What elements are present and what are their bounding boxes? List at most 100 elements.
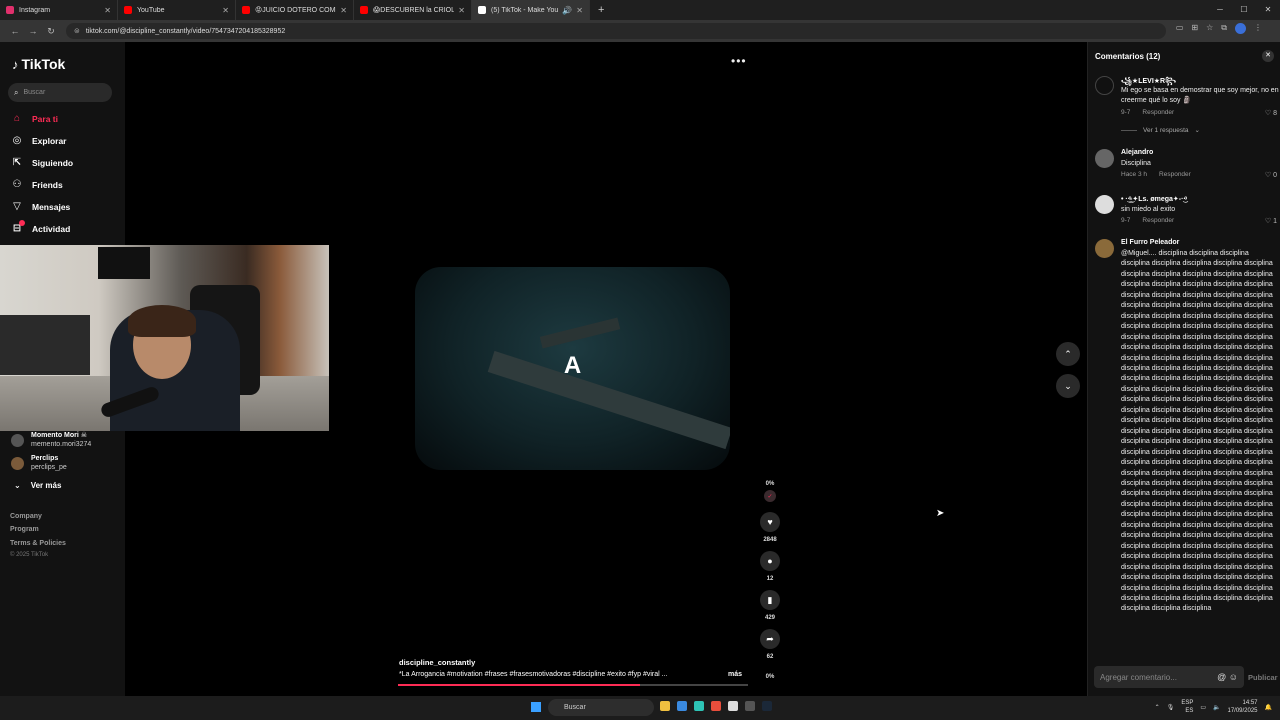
following-account-momento-mori[interactable]: Momento Mori ☠ memento.mori3274 — [11, 432, 91, 449]
tab-youtube-juicio[interactable]: 😡JUICIO DOTERO COMPLETO ✕ — [236, 0, 354, 20]
url-field[interactable]: ⊜ tiktok.com/@discipline_constantly/vide… — [66, 23, 1166, 39]
follow-check-icon[interactable]: ✓ — [764, 490, 776, 502]
site-info-icon[interactable]: ⊜ — [74, 27, 80, 35]
close-window-icon[interactable]: ✕ — [1256, 0, 1280, 20]
mention-icon[interactable]: @ — [1217, 672, 1226, 682]
close-tab-icon[interactable]: ✕ — [458, 6, 465, 15]
comment-item: El Furro Peleador @Miguel.... disciplina… — [1095, 239, 1279, 659]
forward-icon[interactable]: → — [24, 26, 42, 36]
comment-user[interactable]: • ·͜·ͦ͜-✦Ls. ømega✦-·͜·ͦ — [1121, 195, 1186, 203]
save-button[interactable]: ▮ — [760, 590, 780, 610]
tab-title: 😱DESCUBREN la CRIOLLADA — [373, 7, 455, 14]
reply-button[interactable]: Responder — [1142, 109, 1174, 116]
profile-avatar[interactable] — [1235, 23, 1246, 34]
sidebar-item-explorar[interactable]: ◎ Explorar — [11, 135, 67, 146]
video-author[interactable]: discipline_constantly — [399, 658, 475, 667]
windows-start-icon[interactable] — [531, 702, 541, 712]
bookmark-star-icon[interactable]: ☆ — [1206, 23, 1213, 34]
reload-icon[interactable]: ↻ — [42, 26, 60, 37]
bookmark-icon: ▮ — [767, 594, 773, 605]
app-icon[interactable] — [694, 701, 704, 711]
comment-user[interactable]: El Furro Peleador — [1121, 239, 1179, 246]
comment-input[interactable]: Agregar comentario... @ ☺ — [1094, 666, 1244, 688]
webcam-scene-tv — [98, 247, 150, 279]
close-icon[interactable]: ✕ — [1262, 50, 1274, 62]
avatar[interactable] — [1095, 195, 1114, 214]
comment-like-button[interactable]: ♡ 8 — [1265, 109, 1277, 117]
taskbar-search[interactable]: Buscar — [548, 699, 654, 716]
webcam-overlay — [0, 245, 329, 431]
reply-button[interactable]: Responder — [1159, 171, 1191, 178]
clock[interactable]: 14:57 17/09/2025 — [1227, 699, 1257, 715]
tab-youtube[interactable]: YouTube ✕ — [118, 0, 236, 20]
tiktok-logo[interactable]: ♪ TikTok — [12, 56, 65, 72]
comment-like-button[interactable]: ♡ 0 — [1265, 171, 1277, 179]
volume-icon[interactable]: 🔈 — [1213, 704, 1220, 711]
minimize-icon[interactable]: ─ — [1208, 0, 1232, 20]
close-tab-icon[interactable]: ✕ — [340, 6, 347, 15]
comment-like-button[interactable]: ♡ 1 — [1265, 217, 1277, 225]
publish-button[interactable]: Publicar — [1248, 673, 1278, 682]
tab-tiktok[interactable]: (5) TikTok - Make Your Day 🔊 ✕ — [472, 0, 590, 20]
close-tab-icon[interactable]: ✕ — [222, 6, 229, 15]
share-button[interactable]: ➦ — [760, 629, 780, 649]
avatar[interactable] — [1095, 239, 1114, 258]
copyright: © 2025 TikTok — [10, 552, 49, 558]
comment-user[interactable]: Alejandro — [1121, 149, 1153, 156]
account-name: Perclips — [31, 455, 59, 462]
close-tab-icon[interactable]: ✕ — [104, 6, 111, 15]
edge-icon[interactable] — [677, 701, 687, 711]
comment-text: sin miedo al exito — [1121, 206, 1176, 213]
notifications-icon[interactable]: 🔔 — [1265, 704, 1272, 711]
emoji-icon[interactable]: ☺ — [1229, 672, 1238, 682]
steam-icon[interactable] — [762, 701, 772, 711]
tab-instagram[interactable]: Instagram ✕ — [0, 0, 118, 20]
video-progress-bar[interactable] — [398, 684, 748, 686]
reply-button[interactable]: Responder — [1142, 217, 1174, 224]
avatar[interactable] — [1095, 76, 1114, 95]
menu-kebab-icon[interactable]: ⋮ — [1254, 23, 1262, 34]
ver-mas-button[interactable]: ⌄ Ver más — [14, 481, 61, 490]
chrome-icon[interactable] — [711, 701, 721, 711]
sidebar-item-label: Friends — [32, 179, 63, 190]
like-button[interactable]: ♥ — [760, 512, 780, 532]
app-icon[interactable] — [745, 701, 755, 711]
tab-title: (5) TikTok - Make Your Day — [491, 6, 559, 14]
maximize-icon[interactable]: ☐ — [1232, 0, 1256, 20]
search-input[interactable]: ⌕ Buscar — [8, 83, 112, 102]
cast-icon[interactable]: ▭ — [1176, 23, 1184, 34]
sidebar-item-friends[interactable]: ⚇ Friends — [11, 179, 63, 190]
avatar[interactable] — [1095, 149, 1114, 168]
comment-button[interactable]: ● — [760, 551, 780, 571]
tab-youtube-criollada[interactable]: 😱DESCUBREN la CRIOLLADA ✕ — [354, 0, 472, 20]
network-icon[interactable]: ▭ — [1200, 704, 1206, 711]
microphone-icon[interactable]: 🎙 — [1167, 704, 1175, 711]
more-options-icon[interactable]: ••• — [731, 54, 747, 68]
chevron-down-icon: ⌄ — [1064, 380, 1072, 391]
caption-more-link[interactable]: más — [728, 671, 742, 678]
view-replies-button[interactable]: Ver 1 respuesta ⌄ — [1121, 126, 1200, 134]
next-video-button[interactable]: ⌄ — [1056, 374, 1080, 398]
footer-link-terms[interactable]: Terms & Policies — [10, 540, 66, 547]
previous-video-button[interactable]: ⌃ — [1056, 342, 1080, 366]
keyboard-language[interactable]: ESP ES — [1181, 699, 1193, 715]
translate-icon[interactable]: ⊞ — [1191, 23, 1198, 34]
new-tab-button[interactable]: + — [598, 4, 604, 16]
video-caption[interactable]: *La Arrogancia #motivation #frases #fras… — [399, 671, 667, 678]
video-player[interactable]: A — [415, 267, 730, 470]
sidebar-item-siguiendo[interactable]: ⇱ Siguiendo — [11, 157, 73, 168]
back-icon[interactable]: ← — [6, 26, 24, 36]
tiktok-app-icon[interactable] — [728, 701, 738, 711]
sidebar-item-para-ti[interactable]: ⌂ Para ti — [11, 113, 58, 124]
speaker-icon[interactable]: 🔊 — [562, 6, 572, 15]
file-explorer-icon[interactable] — [660, 701, 670, 711]
close-tab-icon[interactable]: ✕ — [576, 6, 583, 15]
comment-text: @Miguel.... disciplina disciplina discip… — [1121, 250, 1273, 613]
sidebar-item-actividad[interactable]: ⊟ Actividad — [11, 220, 70, 234]
following-account-perclips[interactable]: Perclips perclips_pe — [11, 455, 67, 472]
footer-link-program[interactable]: Program — [10, 526, 39, 533]
sidebar-item-mensajes[interactable]: ▽ Mensajes — [11, 201, 70, 212]
footer-link-company[interactable]: Company — [10, 513, 42, 520]
chevron-up-icon[interactable]: ⌃ — [1155, 704, 1160, 711]
extensions-icon[interactable]: ⧉ — [1221, 23, 1227, 34]
